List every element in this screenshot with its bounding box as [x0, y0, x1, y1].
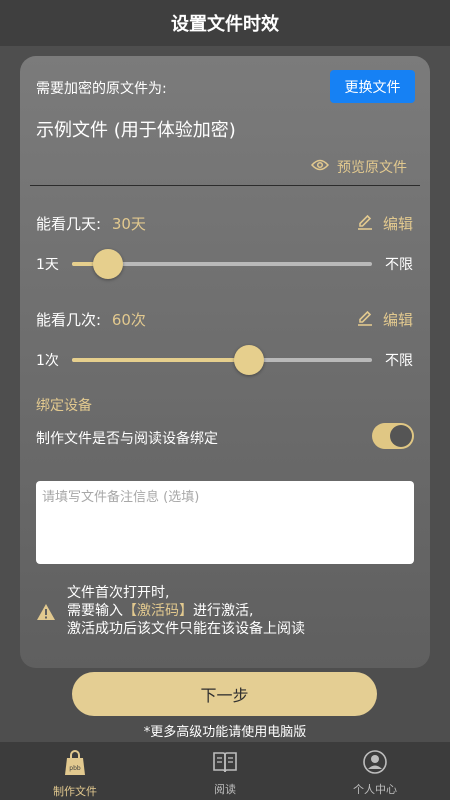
preview-label: 预览原文件 [337, 160, 407, 176]
book-icon [212, 750, 238, 778]
user-icon [363, 750, 387, 778]
page-title: 设置文件时效 [171, 14, 279, 35]
activation-code-highlight: 【激活码】 [123, 603, 193, 619]
days-slider-handle[interactable] [93, 249, 123, 279]
header-bar: 设置文件时效 [0, 0, 450, 46]
svg-text:pbb: pbb [69, 765, 81, 772]
lock-file-icon: pbb [63, 750, 87, 780]
tab-read-label: 阅读 [214, 783, 236, 796]
times-edit-label: 编辑 [383, 311, 414, 329]
toggle-knob [390, 425, 412, 447]
tab-make-file-label: 制作文件 [53, 785, 97, 798]
days-label: 能看几天: [36, 215, 102, 233]
bottom-tab-bar: pbb 制作文件 阅读 个人中心 [0, 742, 450, 800]
warning-line-2: 需要输入【激活码】进行激活, [67, 603, 254, 619]
times-label: 能看几次: [36, 311, 102, 329]
times-slider-fill [72, 358, 249, 362]
settings-card: 需要加密的原文件为: 更换文件 示例文件 (用于体验加密) 预览原文件 能看几天… [20, 56, 430, 668]
next-step-button[interactable]: 下一步 [72, 672, 377, 716]
divider [30, 185, 420, 186]
note-input[interactable] [36, 481, 414, 564]
times-max-label: 不限 [385, 353, 413, 369]
device-binding-toggle[interactable] [372, 423, 414, 449]
tab-profile[interactable]: 个人中心 [300, 742, 450, 800]
activation-warning: 文件首次打开时, 需要输入【激活码】进行激活, 激活成功后该文件只能在该设备上阅… [67, 584, 305, 638]
days-edit-button[interactable]: 编辑 [357, 213, 413, 234]
times-value: 60次 [111, 311, 146, 329]
eye-icon [310, 159, 330, 175]
days-edit-label: 编辑 [383, 215, 414, 233]
times-min-label: 1次 [36, 353, 59, 369]
source-filename: 示例文件 (用于体验加密) [36, 120, 236, 141]
binding-toggle-label: 制作文件是否与阅读设备绑定 [36, 431, 218, 447]
warning-line-3: 激活成功后该文件只能在该设备上阅读 [67, 621, 305, 637]
times-slider-handle[interactable] [234, 345, 264, 375]
times-row: 能看几次: 60次 [36, 309, 146, 330]
desktop-version-note: *更多高级功能请使用电脑版 [143, 725, 307, 740]
tab-profile-label: 个人中心 [353, 783, 397, 796]
days-min-label: 1天 [36, 257, 59, 273]
days-max-label: 不限 [385, 257, 413, 273]
days-value: 30天 [111, 215, 146, 233]
times-edit-button[interactable]: 编辑 [357, 309, 413, 330]
tab-read[interactable]: 阅读 [150, 742, 300, 800]
source-file-label: 需要加密的原文件为: [36, 81, 167, 97]
tab-make-file[interactable]: pbb 制作文件 [0, 742, 150, 800]
days-row: 能看几天: 30天 [36, 213, 146, 234]
preview-original-link[interactable]: 预览原文件 [310, 157, 407, 177]
pencil-icon [357, 214, 373, 234]
pencil-icon [357, 310, 373, 330]
change-file-button[interactable]: 更换文件 [330, 70, 415, 103]
warning-icon [36, 603, 56, 625]
warning-line-1: 文件首次打开时, [67, 585, 170, 601]
binding-section-title: 绑定设备 [36, 398, 92, 414]
